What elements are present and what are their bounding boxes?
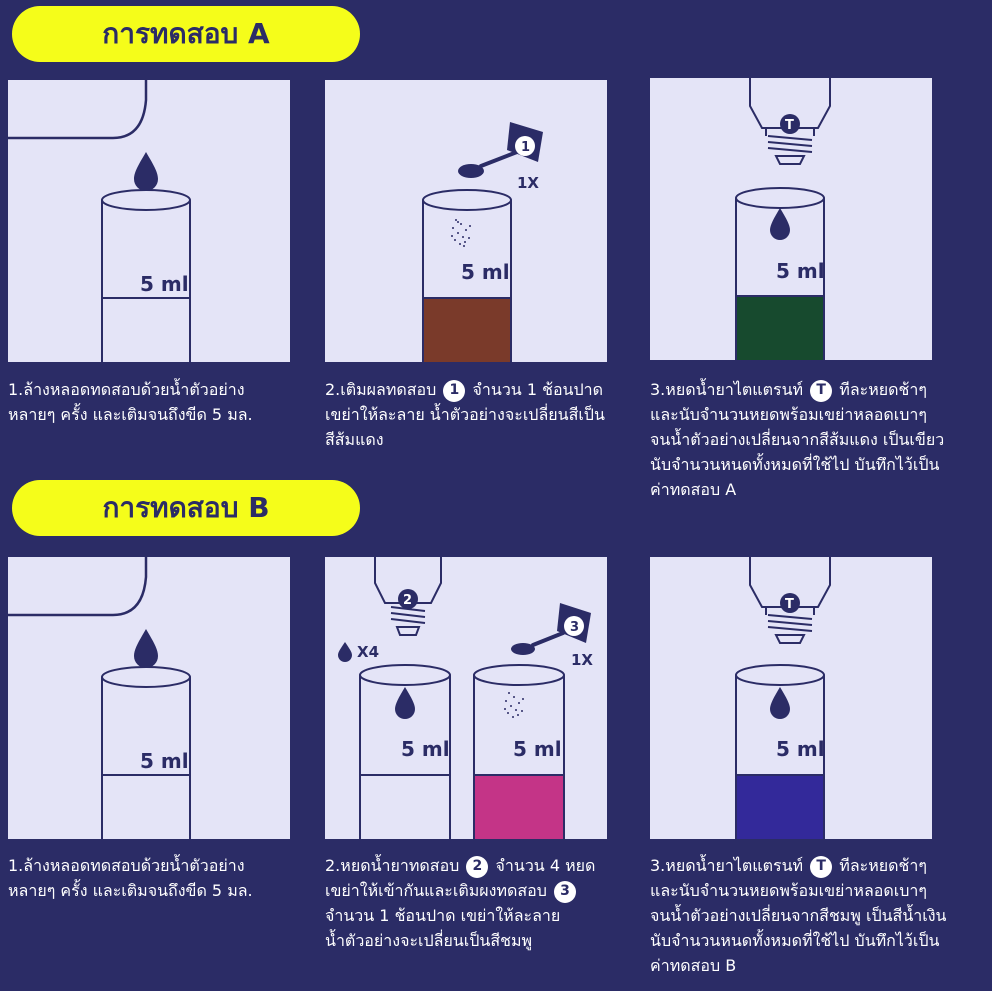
dropper-bottle-icon: T — [749, 78, 831, 165]
tube-fill-illustration: 5 ml — [8, 557, 191, 839]
powder-particles-icon — [451, 219, 471, 247]
water-drop-icon — [770, 687, 790, 719]
liquid-fill — [736, 775, 824, 839]
dropper-bottle-icon: 2 — [374, 557, 442, 636]
water-drop-icon — [395, 687, 415, 719]
source-container-icon — [8, 80, 148, 140]
caption-a-step2: 2.เติมผลทดสอบ 1 จำนวน 1 ช้อนปาด เขย่าให้… — [325, 379, 605, 449]
caption-b-step3: 3.หยดน้ำยาไตแตรนท์ T ทีละหยดช้าๆ และนับจ… — [650, 855, 947, 975]
bottle-badge: T — [785, 118, 794, 133]
caption-b-step1: 1.ล้างหลอดทดสอบด้วยน้ำตัวอย่าง หลายๆ ครั… — [8, 856, 253, 900]
volume-label: 5 ml — [776, 259, 825, 283]
titrant-illustration: T 5 ml — [735, 557, 831, 839]
caption-a-step1: 1.ล้างหลอดทดสอบด้วยน้ำตัวอย่าง หลายๆ ครั… — [8, 380, 253, 424]
source-container-icon — [8, 557, 148, 617]
panel-a-step2: 1 1X 5 ml — [325, 80, 607, 362]
volume-label: 5 ml — [140, 749, 189, 773]
sachet-badge: 3 — [570, 620, 579, 635]
titrant-illustration: T 5 ml — [735, 78, 831, 360]
powder-badge: 3 — [554, 880, 577, 903]
panel-a-step1: 5 ml — [8, 80, 290, 362]
reagent-sachet-icon: 1 — [507, 122, 543, 162]
water-drop-icon — [338, 642, 352, 662]
drops-quantity: X4 — [357, 643, 379, 661]
scoop-quantity: 1X — [571, 651, 593, 669]
caption-b-step2: 2.หยดน้ำยาทดสอบ 2 จำนวน 4 หยด เขย่าให้เข… — [325, 855, 596, 950]
section-b-banner: การทดสอบ B — [12, 480, 360, 536]
liquid-fill — [736, 296, 824, 360]
bottle-badge: 2 — [403, 593, 412, 608]
dropper-bottle-icon: T — [749, 557, 831, 644]
powder-particles-icon — [504, 692, 524, 718]
panel-b-step3: T 5 ml — [650, 557, 932, 839]
volume-label: 5 ml — [401, 737, 450, 761]
titrant-badge: T — [810, 855, 833, 878]
scoop-quantity: 1X — [517, 174, 539, 192]
panel-b-step2: 2 X4 3 1X 5 ml 5 ml — [325, 557, 607, 839]
liquid-fill — [423, 298, 511, 362]
reagent-and-powder-illustration: 2 X4 3 1X 5 ml 5 ml — [338, 557, 593, 839]
volume-label: 5 ml — [461, 260, 510, 284]
tube-fill-illustration: 5 ml — [8, 80, 191, 362]
liquid-fill — [474, 775, 564, 839]
volume-label: 5 ml — [513, 737, 562, 761]
section-b-title: การทดสอบ B — [102, 491, 270, 524]
reagent-badge: 2 — [466, 855, 489, 878]
water-drop-icon — [134, 629, 158, 668]
water-drop-icon — [134, 152, 158, 191]
powder-add-illustration: 1 1X 5 ml — [422, 122, 543, 362]
panel-a-step3: T 5 ml — [650, 78, 932, 360]
sachet-badge: 1 — [521, 140, 530, 155]
volume-label: 5 ml — [776, 737, 825, 761]
section-a-title: การทดสอบ A — [102, 17, 270, 50]
measuring-spoon-icon — [511, 631, 565, 655]
water-drop-icon — [770, 208, 790, 240]
reagent-badge: 1 — [443, 379, 466, 402]
panel-b-step1: 5 ml — [8, 557, 290, 839]
bottle-badge: T — [785, 597, 794, 612]
measuring-spoon-icon — [458, 150, 519, 178]
titrant-badge: T — [810, 379, 833, 402]
section-a-banner: การทดสอบ A — [12, 6, 360, 62]
reagent-sachet-icon: 3 — [557, 603, 591, 643]
volume-label: 5 ml — [140, 272, 189, 296]
caption-a-step3: 3.หยดน้ำยาไตแตรนท์ T ทีละหยดช้าๆ และนับจ… — [650, 379, 945, 499]
